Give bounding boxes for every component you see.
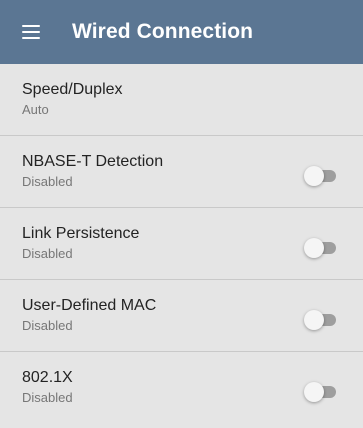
setting-user-defined-mac[interactable]: User-Defined MAC Disabled bbox=[0, 280, 363, 352]
setting-label: Speed/Duplex bbox=[22, 81, 123, 98]
page-title: Wired Connection bbox=[72, 20, 254, 43]
menu-icon-line bbox=[22, 31, 40, 33]
setting-nbase-t-detection[interactable]: NBASE-T Detection Disabled bbox=[0, 136, 363, 208]
toggle-thumb bbox=[304, 238, 324, 258]
setting-value: Disabled bbox=[22, 390, 73, 405]
setting-802-1x[interactable]: 802.1X Disabled bbox=[0, 352, 363, 424]
toggle-thumb bbox=[304, 382, 324, 402]
setting-label: NBASE-T Detection bbox=[22, 153, 164, 170]
setting-value: Disabled bbox=[22, 174, 73, 189]
hamburger-menu-icon[interactable] bbox=[22, 25, 40, 39]
wired-connection-screen: Wired Connection Speed/Duplex Auto NBASE… bbox=[0, 0, 363, 428]
setting-value: Disabled bbox=[22, 318, 73, 333]
setting-label: 802.1X bbox=[22, 369, 73, 386]
link-persistence-toggle[interactable] bbox=[304, 238, 338, 258]
nbase-t-detection-toggle[interactable] bbox=[304, 166, 338, 186]
toggle-thumb bbox=[304, 166, 324, 186]
setting-value: Disabled bbox=[22, 246, 73, 261]
user-defined-mac-toggle[interactable] bbox=[304, 310, 338, 330]
settings-list: Speed/Duplex Auto NBASE-T Detection Disa… bbox=[0, 64, 363, 424]
setting-label: User-Defined MAC bbox=[22, 297, 157, 314]
toggle-thumb bbox=[304, 310, 324, 330]
menu-icon-line bbox=[22, 37, 40, 39]
setting-speed-duplex[interactable]: Speed/Duplex Auto bbox=[0, 64, 363, 136]
setting-value: Auto bbox=[22, 102, 49, 117]
802-1x-toggle[interactable] bbox=[304, 382, 338, 402]
menu-icon-line bbox=[22, 25, 40, 27]
setting-link-persistence[interactable]: Link Persistence Disabled bbox=[0, 208, 363, 280]
app-bar: Wired Connection bbox=[0, 0, 363, 64]
setting-label: Link Persistence bbox=[22, 225, 140, 242]
